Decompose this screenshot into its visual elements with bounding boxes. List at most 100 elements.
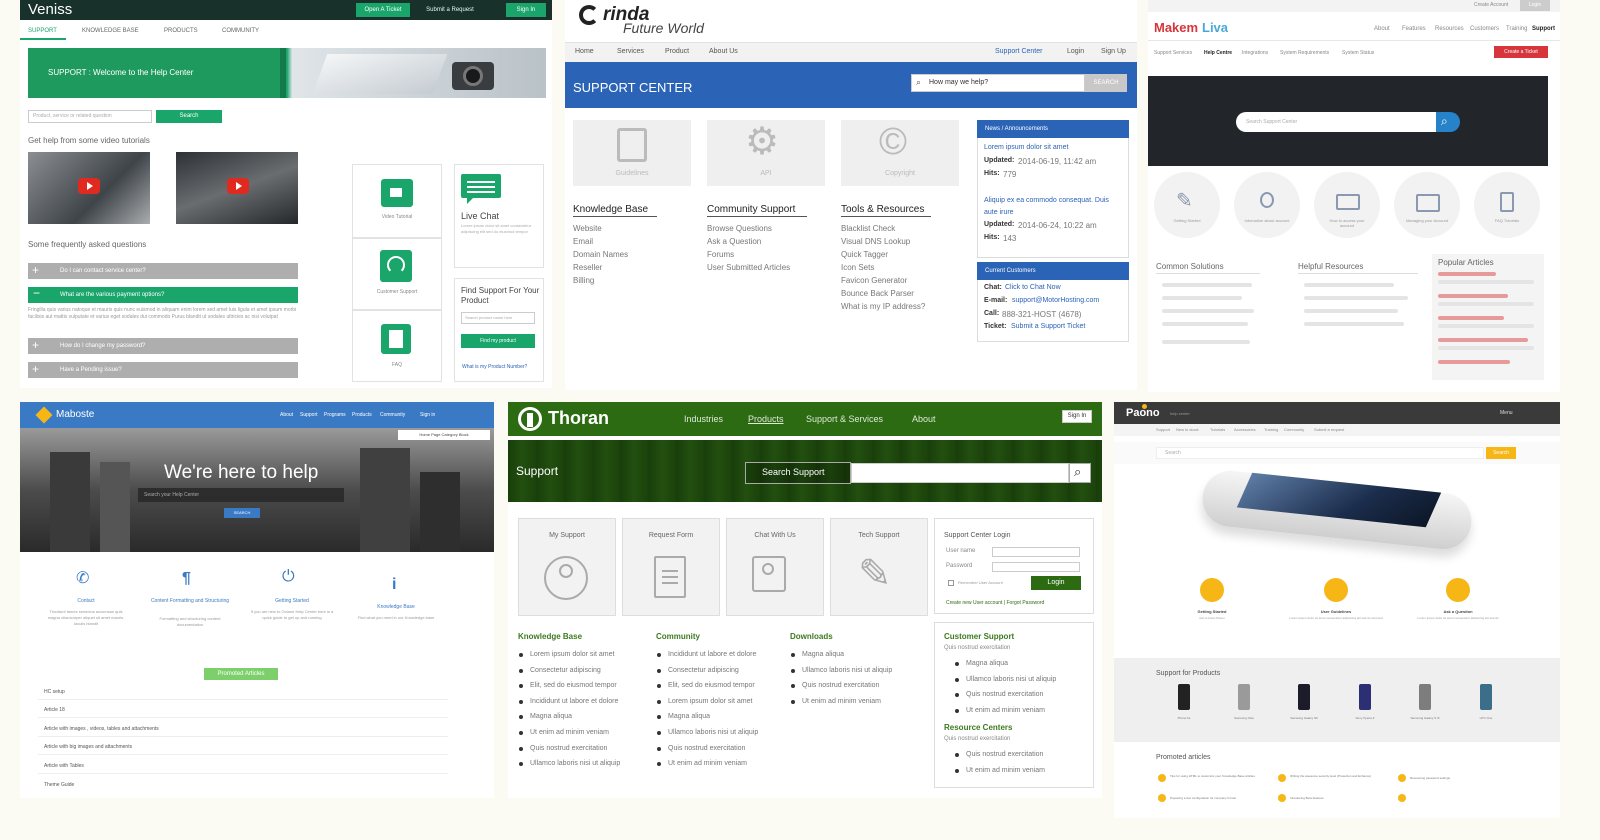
find-product-input[interactable]: Search product name here bbox=[461, 312, 535, 324]
plus-icon[interactable]: + bbox=[32, 362, 39, 376]
downloads-item[interactable]: Ut enim ad minim veniam bbox=[790, 694, 892, 710]
product-label[interactable]: Phone 6s bbox=[1160, 716, 1208, 720]
thoran-logo[interactable]: Thoran bbox=[548, 408, 609, 429]
nav-training[interactable]: Training bbox=[1264, 427, 1278, 432]
nav-support-services[interactable]: Support & Services bbox=[806, 414, 883, 424]
tools-link[interactable]: Favicon Generator bbox=[841, 276, 907, 285]
feature-title[interactable]: Getting Started bbox=[1162, 609, 1262, 614]
downloads-item[interactable]: Quis nostrud exercitation bbox=[790, 678, 892, 694]
username-input[interactable] bbox=[992, 547, 1080, 557]
cs-item[interactable]: Quis nostrud exercitation bbox=[954, 687, 1056, 703]
product-phone-image[interactable] bbox=[1298, 684, 1310, 710]
user-guidelines-icon[interactable] bbox=[1324, 578, 1348, 602]
subnav-help-centre[interactable]: Help Centre bbox=[1204, 50, 1232, 56]
nav-product[interactable]: Product bbox=[665, 48, 689, 55]
kb-link[interactable]: Billing bbox=[573, 276, 594, 285]
resource-link[interactable] bbox=[1304, 322, 1404, 326]
makem-search-input[interactable]: Search Support Center bbox=[1236, 112, 1436, 132]
minus-icon[interactable]: − bbox=[33, 286, 40, 300]
feature-title[interactable]: Ask a Question bbox=[1408, 609, 1508, 614]
solution-link[interactable] bbox=[1162, 340, 1250, 344]
article-link[interactable]: Article with Tables bbox=[44, 763, 84, 769]
community-link[interactable]: Forums bbox=[707, 250, 734, 259]
promoted-article-link[interactable]: Preparing a doc configuration for compan… bbox=[1170, 796, 1266, 801]
kb-item[interactable]: Ullamco laboris nisi ut aliquip bbox=[518, 756, 620, 772]
downloads-item[interactable]: Ullamco laboris nisi ut aliquip bbox=[790, 663, 892, 679]
submit-request-button[interactable]: Submit a Request bbox=[418, 3, 482, 17]
nav-support[interactable]: Support bbox=[300, 412, 318, 418]
tools-link[interactable]: Visual DNS Lookup bbox=[841, 237, 910, 246]
tools-link[interactable]: Blacklist Check bbox=[841, 224, 895, 233]
nav-about[interactable]: About bbox=[1374, 26, 1390, 32]
create-ticket-button[interactable]: Create a Ticket bbox=[1494, 46, 1548, 58]
hero-search-input[interactable]: Search your Help Center bbox=[138, 488, 344, 502]
cs-item[interactable]: Magna aliqua bbox=[954, 656, 1056, 672]
nav-resources[interactable]: Resources bbox=[1435, 26, 1464, 32]
tools-link[interactable]: Icon Sets bbox=[841, 263, 874, 272]
paono-search-button[interactable]: Search bbox=[1486, 447, 1516, 459]
nav-services[interactable]: Services bbox=[617, 48, 644, 55]
hero-search-button[interactable]: SEARCH bbox=[224, 508, 260, 518]
cs-item[interactable]: Ut enim ad minim veniam bbox=[954, 703, 1056, 719]
feature-title[interactable]: Contact bbox=[46, 598, 126, 604]
product-phone-image[interactable] bbox=[1419, 684, 1431, 710]
kb-item[interactable]: Magna aliqua bbox=[518, 709, 620, 725]
login-button[interactable]: Login bbox=[1520, 0, 1550, 11]
popular-article-link[interactable] bbox=[1438, 294, 1508, 298]
veniss-search-input[interactable]: Product, service or related question bbox=[28, 110, 152, 123]
promoted-article-link[interactable]: Tips for using HTML to customize your Kn… bbox=[1170, 774, 1266, 779]
solution-link[interactable] bbox=[1162, 309, 1254, 313]
news-link[interactable]: Aliquip ex ea commodo consequat. Duis au… bbox=[984, 195, 1124, 219]
kb-title[interactable]: Knowledge Base bbox=[573, 204, 648, 215]
nav-about[interactable]: About bbox=[912, 414, 936, 424]
resource-link[interactable] bbox=[1304, 309, 1398, 313]
paono-search-input[interactable]: Search bbox=[1156, 447, 1484, 459]
cs-item[interactable]: Ullamco laboris nisi ut aliquip bbox=[954, 672, 1056, 688]
feature-title[interactable]: Getting Started bbox=[250, 598, 334, 604]
popular-article-link[interactable] bbox=[1438, 272, 1496, 276]
create-account-link[interactable]: Create Account bbox=[1474, 2, 1508, 8]
product-label[interactable]: Sony Xperia Z bbox=[1341, 716, 1389, 720]
nav-knowledge-base[interactable]: KNOWLEDGE BASE bbox=[82, 28, 139, 34]
plus-icon[interactable]: + bbox=[32, 338, 39, 352]
community-link[interactable]: User Submitted Articles bbox=[707, 263, 790, 272]
nav-submit-request[interactable]: Submit a request bbox=[1314, 427, 1344, 432]
kb-link[interactable]: Reseller bbox=[573, 263, 602, 272]
resource-link[interactable] bbox=[1304, 296, 1408, 300]
news-link[interactable]: Lorem ipsum dolor sit amet bbox=[984, 144, 1068, 151]
sign-in-button[interactable]: Sign In bbox=[506, 3, 546, 17]
sign-in-button[interactable]: Sign In bbox=[1062, 410, 1092, 423]
nav-features[interactable]: Features bbox=[1402, 26, 1426, 32]
community-item[interactable]: Elit, sed do eiusmod tempor bbox=[656, 678, 758, 694]
community-link[interactable]: Browse Questions bbox=[707, 224, 772, 233]
menu-button[interactable]: Menu bbox=[1500, 410, 1513, 416]
veniss-logo[interactable]: Veniss bbox=[28, 1, 72, 18]
community-item[interactable]: Quis nostrud exercitation bbox=[656, 741, 758, 757]
subnav-system-status[interactable]: System Status bbox=[1342, 50, 1374, 56]
subnav-system-requirements[interactable]: System Requirements bbox=[1280, 50, 1329, 56]
article-link[interactable]: HC setup bbox=[44, 689, 65, 695]
open-ticket-button[interactable]: Open A Ticket bbox=[356, 3, 410, 17]
subnav-support-services[interactable]: Support Services bbox=[1154, 50, 1192, 56]
help-search-button[interactable]: SEARCH bbox=[1085, 74, 1127, 92]
community-item[interactable]: Consectetur adipiscing bbox=[656, 663, 758, 679]
login-button[interactable]: Login bbox=[1031, 576, 1081, 590]
rc-item[interactable]: Ut enim ad minim veniam bbox=[954, 763, 1045, 779]
makem-logo-liva[interactable]: Liva bbox=[1202, 20, 1228, 35]
nav-training[interactable]: Training bbox=[1506, 26, 1527, 32]
login-links[interactable]: Create new User account | Forgot Passwor… bbox=[946, 600, 1044, 606]
article-link[interactable]: Article with images , videos, tables and… bbox=[44, 726, 159, 732]
password-input[interactable] bbox=[992, 562, 1080, 572]
article-link[interactable]: Article with big images and attachments bbox=[44, 744, 132, 750]
promoted-article-link[interactable]: Recovering password settings bbox=[1410, 776, 1506, 781]
product-phone-image[interactable] bbox=[1480, 684, 1492, 710]
customer-support-title[interactable]: Customer Support bbox=[944, 632, 1014, 641]
product-label[interactable]: Samsung Galaxy S6 bbox=[1280, 716, 1328, 720]
solution-link[interactable] bbox=[1162, 322, 1248, 326]
community-item[interactable]: Incididunt ut labore et dolore bbox=[656, 647, 758, 663]
product-phone-image[interactable] bbox=[1178, 684, 1190, 710]
popular-article-link[interactable] bbox=[1438, 338, 1528, 342]
find-product-button[interactable]: Find my product bbox=[461, 334, 535, 348]
community-item[interactable]: Lorem ipsum dolor sit amet bbox=[656, 694, 758, 710]
email-link[interactable]: support@MotorHosting.com bbox=[1012, 297, 1099, 304]
